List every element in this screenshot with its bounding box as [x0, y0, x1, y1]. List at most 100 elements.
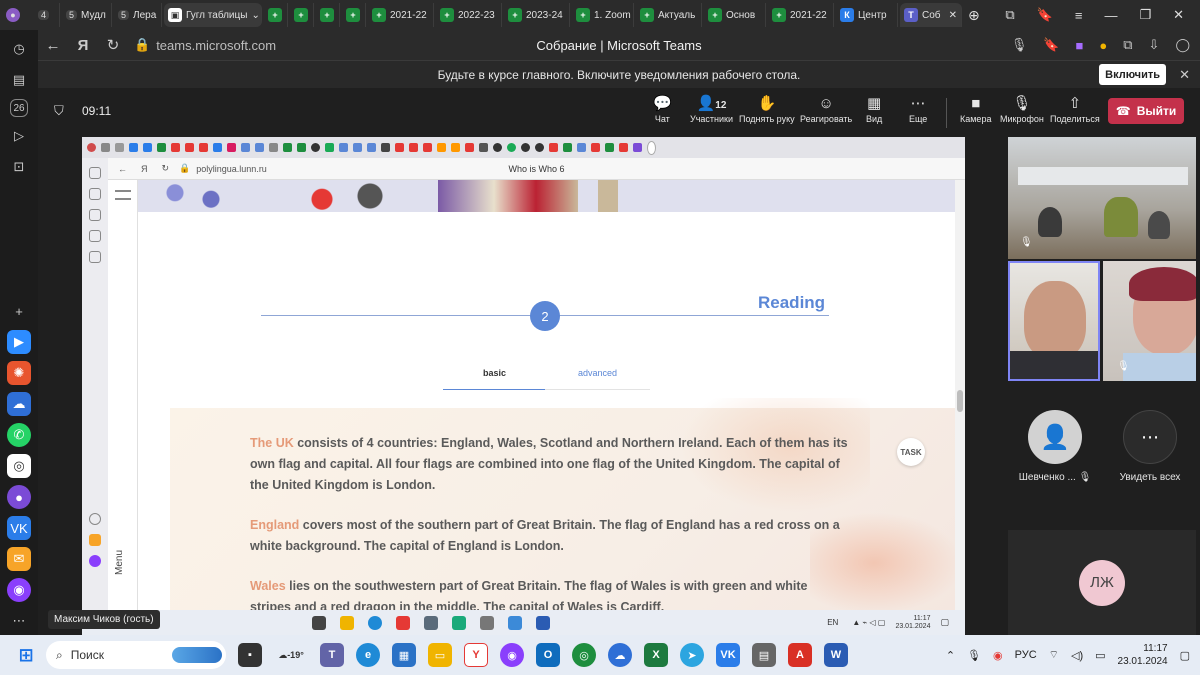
share-button[interactable]: ⇧ Поделиться	[1050, 94, 1100, 124]
yandex-app-icon[interactable]: ✺	[7, 361, 31, 385]
word-icon[interactable]: W	[824, 643, 848, 667]
new-tab-button[interactable]: ⊕	[964, 3, 990, 27]
wifi-icon[interactable]: ⌔	[1049, 648, 1059, 662]
collections-icon[interactable]: ▤	[7, 68, 31, 92]
disk-app-icon[interactable]: ☁	[7, 392, 31, 416]
react-button[interactable]: ☺ Реагировать	[800, 94, 852, 124]
reload-icon[interactable]: ↻	[98, 36, 128, 54]
more-button[interactable]: ⋯ Еще	[909, 94, 927, 124]
leave-button[interactable]: ☎ Выйти	[1108, 98, 1184, 124]
disk-icon[interactable]: ☁	[608, 643, 632, 667]
battery-icon[interactable]: ▭	[1095, 649, 1105, 662]
colors-icon[interactable]: ●	[1099, 38, 1107, 53]
extensions-icon[interactable]: ⧉	[1123, 37, 1132, 53]
acrobat-icon[interactable]: A	[788, 643, 812, 667]
camera-app-icon[interactable]: ◎	[7, 454, 31, 478]
scrollbar[interactable]	[955, 180, 965, 610]
tab-advanced[interactable]: advanced	[578, 368, 617, 378]
alice-icon[interactable]: ◉	[7, 578, 31, 602]
more-icon[interactable]: ⋯	[7, 609, 31, 633]
view-button[interactable]: ▦ Вид	[866, 94, 882, 124]
back-icon[interactable]: ←	[38, 37, 68, 54]
screenshot-icon[interactable]: ⊡	[7, 155, 31, 179]
calendar-icon[interactable]: 26	[10, 99, 28, 117]
messenger-icon[interactable]: ●	[7, 485, 31, 509]
taskview-icon[interactable]: ▪	[238, 643, 262, 667]
extension-icon[interactable]: ■	[1076, 38, 1084, 53]
tab-2022-23[interactable]: +2022-23	[436, 3, 502, 27]
calculator-icon[interactable]: ▤	[752, 643, 776, 667]
task-button[interactable]: TASK	[897, 438, 925, 466]
tab-sheet-3[interactable]: +	[316, 3, 340, 27]
url-field[interactable]: 🔒 teams.microsoft.com	[134, 37, 276, 53]
tab-aktual[interactable]: + Актуаль	[636, 3, 702, 27]
participant-tile[interactable]: ЛЖ	[1008, 530, 1196, 635]
speaker-video[interactable]	[1008, 261, 1100, 381]
search-input[interactable]: ⌕ Поиск	[46, 641, 226, 669]
classroom-video[interactable]: 🎙	[1008, 137, 1196, 259]
yandex-icon[interactable]: Я	[68, 37, 98, 54]
profile-icon[interactable]: ◯	[1175, 37, 1190, 53]
bookmark-icon[interactable]: 🔖	[1043, 37, 1059, 53]
downloads-icon[interactable]: ⇩	[1149, 37, 1160, 53]
weather-widget[interactable]: ☁ -19°	[274, 643, 308, 667]
scrollbar-thumb[interactable]	[957, 390, 963, 412]
tab-2021-22[interactable]: +2021-22	[368, 3, 434, 27]
mail-app-icon[interactable]: ✉	[7, 547, 31, 571]
chat-button[interactable]: 💬 Чат	[653, 94, 672, 124]
minimize-icon[interactable]: —	[1104, 8, 1117, 23]
mic-tray-icon[interactable]: 🎙	[967, 649, 981, 662]
play-icon[interactable]: ▷	[7, 124, 31, 148]
menu-icon[interactable]: ≡	[1075, 8, 1083, 23]
vk-icon[interactable]: VK	[716, 643, 740, 667]
close-icon[interactable]: ✕	[1179, 67, 1190, 83]
windows-start-icon[interactable]: ⊞	[14, 643, 38, 667]
bookmark-icon[interactable]: 🔖	[1037, 7, 1053, 23]
participants-button[interactable]: 👤12 Участники	[690, 94, 733, 124]
yandex-browser-icon[interactable]: Y	[464, 643, 488, 667]
camera-button[interactable]: ■ Камера	[960, 94, 991, 124]
tabs-icon[interactable]: ⧉	[1005, 7, 1014, 23]
whatsapp-icon[interactable]: ✆	[7, 423, 31, 447]
tab-osnov[interactable]: + Основ	[704, 3, 766, 27]
tab-centr[interactable]: К Центр	[836, 3, 898, 27]
close-icon[interactable]: ✕	[949, 10, 957, 21]
tab-mudl[interactable]: 5 Мудл	[62, 3, 112, 27]
tab-sheet-1[interactable]: +	[264, 3, 288, 27]
alice-icon[interactable]: ◉	[500, 643, 524, 667]
participant-video[interactable]: 🎙	[1103, 261, 1196, 381]
tab-google-sheets[interactable]: ▣ Гугл таблицы ⌄	[164, 3, 262, 27]
tab-sheet-4[interactable]: +	[342, 3, 366, 27]
chrome-icon[interactable]: ◎	[572, 643, 596, 667]
microphone-button[interactable]: 🎙 Микрофон	[1000, 94, 1044, 124]
yandex-tray-icon[interactable]: ◉	[993, 649, 1003, 662]
explorer-icon[interactable]: ▭	[428, 643, 452, 667]
tab-2023-24[interactable]: +2023-24	[504, 3, 570, 27]
tab-group-4[interactable]: 4	[34, 3, 60, 27]
outlook-icon[interactable]: O	[536, 643, 560, 667]
tab-lera[interactable]: 5 Лера	[114, 3, 162, 27]
tab-sheet-2[interactable]: +	[290, 3, 314, 27]
profile-tab[interactable]: ●	[2, 3, 32, 27]
edge-icon[interactable]: e	[356, 643, 380, 667]
tab-2021-22-b[interactable]: +2021-22	[768, 3, 834, 27]
vk-icon[interactable]: VK	[7, 516, 31, 540]
telegram-icon[interactable]: ➤	[680, 643, 704, 667]
tab-basic[interactable]: basic	[483, 368, 506, 378]
volume-icon[interactable]: ◁)	[1071, 649, 1083, 662]
excel-icon[interactable]: X	[644, 643, 668, 667]
history-icon[interactable]: ◷	[7, 37, 31, 61]
participant-tile[interactable]: 👤 Шевченко ... 🎙	[1008, 404, 1102, 496]
see-all-tile[interactable]: ⋯ Увидеть всех	[1103, 404, 1197, 496]
chevron-up-icon[interactable]: ⌃	[946, 649, 955, 662]
zoom-app-icon[interactable]: ▶	[7, 330, 31, 354]
tab-teams-meeting[interactable]: T Соб ✕	[900, 3, 962, 27]
restore-icon[interactable]: ❐	[1139, 7, 1151, 23]
raise-hand-button[interactable]: ✋ Поднять руку	[739, 94, 795, 124]
microphone-icon[interactable]: 🎙	[1011, 37, 1028, 53]
teams-icon[interactable]: T	[320, 643, 344, 667]
enable-notifications-button[interactable]: Включить	[1099, 64, 1166, 85]
tab-zoom[interactable]: +1. Zoom	[572, 3, 634, 27]
store-icon[interactable]: ▦	[392, 643, 416, 667]
language-indicator[interactable]: РУС	[1015, 649, 1037, 661]
